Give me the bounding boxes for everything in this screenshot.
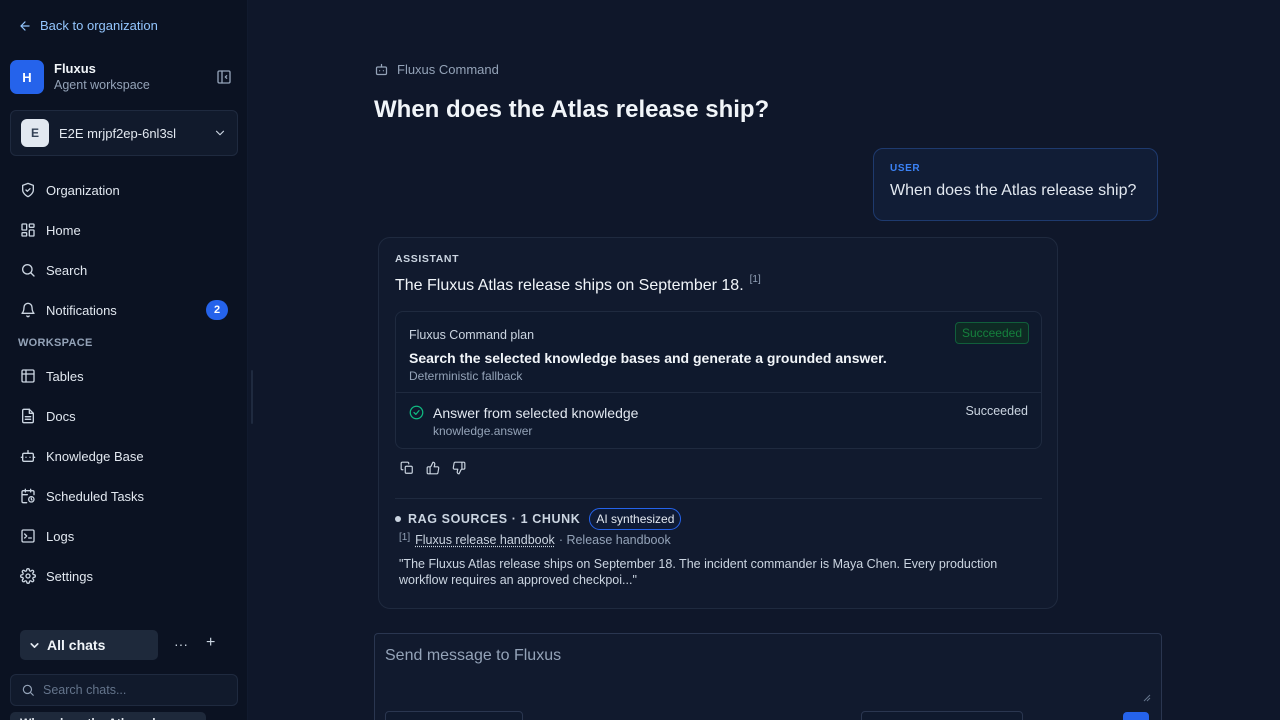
all-chats-toggle[interactable]: All chats: [20, 630, 158, 660]
source-number: [1]: [399, 532, 411, 543]
sidebar-resize-handle[interactable]: [251, 370, 253, 424]
agent-name: Fluxus Command: [397, 62, 499, 77]
ai-synthesized-chip: AI synthesized: [589, 508, 682, 530]
sidebar-item-search[interactable]: Search: [10, 250, 238, 290]
search-icon: [18, 260, 38, 280]
sidebar-item-docs[interactable]: Docs: [10, 396, 238, 436]
brand: H Fluxus Agent workspace: [10, 58, 238, 96]
message-input[interactable]: [375, 634, 1161, 704]
plan-step-code: knowledge.answer: [433, 424, 533, 438]
source-quote: "The Fluxus Atlas release ships on Septe…: [399, 557, 998, 587]
sidebar-item-label: Logs: [46, 528, 75, 544]
rag-sources-label: RAG SOURCES · 1 CHUNK: [408, 512, 581, 526]
user-message-text: When does the Atlas release ship?: [890, 182, 1137, 199]
divider: [396, 392, 1041, 393]
document-icon: [18, 406, 38, 426]
sidebar-item-label: Tables: [46, 368, 84, 384]
citation-marker[interactable]: [1]: [750, 274, 761, 285]
brand-name: Fluxus: [54, 61, 96, 76]
chat-list-item[interactable]: When does the Atlas release...: [10, 712, 206, 720]
collapse-sidebar-icon[interactable]: [216, 69, 232, 85]
user-role-label: USER: [890, 163, 921, 174]
all-chats-label: All chats: [47, 637, 106, 653]
sidebar-item-label: Home: [46, 222, 81, 238]
shield-icon: [18, 180, 38, 200]
sidebar-item-label: Search: [46, 262, 88, 278]
assistant-answer: The Fluxus Atlas release ships on Septem…: [395, 274, 761, 295]
user-message: USER When does the Atlas release ship?: [873, 148, 1158, 221]
rag-source: [1] Fluxus release handbook · Release ha…: [399, 532, 671, 547]
source-title-link[interactable]: Fluxus release handbook: [415, 533, 555, 547]
sidebar: Back to organization H Fluxus Agent work…: [0, 0, 248, 720]
workspace-name: E2E mrjpf2ep-6nl3sl: [59, 125, 177, 141]
plan-step-title: Answer from selected knowledge: [433, 405, 639, 421]
plan-name: Fluxus Command plan: [409, 328, 535, 342]
answer-text: The Fluxus Atlas release ships on Septem…: [395, 277, 744, 294]
plan-title: Search the selected knowledge bases and …: [409, 350, 887, 366]
check-circle-icon: [409, 405, 424, 420]
new-chat-button[interactable]: +: [206, 634, 215, 652]
chevron-down-icon: [213, 126, 227, 140]
workspace-select[interactable]: E E2E mrjpf2ep-6nl3sl: [10, 110, 238, 156]
bullet-dot-icon: [395, 516, 401, 522]
table-icon: [18, 366, 38, 386]
message-actions: [399, 460, 467, 476]
rag-sources-header: RAG SOURCES · 1 CHUNK AI synthesized: [395, 508, 682, 530]
notification-count-badge: 2: [206, 300, 228, 320]
robot-icon: [18, 446, 38, 466]
sidebar-item-label: Docs: [46, 408, 76, 424]
sidebar-item-label: Settings: [46, 568, 93, 584]
page-title: When does the Atlas release ship?: [374, 96, 770, 123]
sidebar-item-settings[interactable]: Settings: [10, 556, 238, 596]
arrow-left-icon: [18, 19, 32, 33]
resize-grip-icon[interactable]: [1143, 694, 1151, 702]
sidebar-item-label: Organization: [46, 182, 120, 198]
copy-icon[interactable]: [399, 460, 415, 476]
message-composer: [374, 633, 1162, 720]
divider: [395, 498, 1042, 499]
section-label-workspace: WORKSPACE: [18, 337, 93, 349]
command-plan-card: Fluxus Command plan Succeeded Search the…: [395, 311, 1042, 449]
brand-subtitle: Agent workspace: [54, 78, 150, 92]
sidebar-item-scheduled-tasks[interactable]: Scheduled Tasks: [10, 476, 238, 516]
assistant-role-label: ASSISTANT: [395, 253, 460, 265]
workspace-avatar: E: [21, 119, 49, 147]
brand-avatar: H: [10, 60, 44, 94]
calendar-clock-icon: [18, 486, 38, 506]
back-to-organization-link[interactable]: Back to organization: [18, 18, 158, 33]
source-meta: · Release handbook: [558, 533, 671, 547]
chevron-down-icon: [28, 639, 41, 652]
grid-icon: [18, 220, 38, 240]
sidebar-item-label: Scheduled Tasks: [46, 488, 145, 504]
sidebar-nav: Organization Home Search Notifications 2…: [10, 170, 238, 596]
plan-status-badge: Succeeded: [954, 322, 1029, 344]
sidebar-item-notifications[interactable]: Notifications 2: [10, 290, 238, 330]
sidebar-item-label: Notifications: [46, 302, 117, 318]
assistant-message: ASSISTANT The Fluxus Atlas release ships…: [378, 237, 1058, 609]
thumbs-down-icon[interactable]: [451, 460, 467, 476]
chat-search-field[interactable]: [10, 674, 238, 706]
chats-header: All chats ··· +: [20, 630, 238, 660]
send-button[interactable]: [1123, 712, 1149, 720]
more-options-icon[interactable]: ···: [174, 636, 188, 652]
composer-option-chip[interactable]: [861, 711, 1023, 720]
sidebar-item-label: Knowledge Base: [46, 448, 144, 464]
plan-subtitle: Deterministic fallback: [409, 369, 523, 383]
composer-option-chip[interactable]: [385, 711, 523, 720]
sidebar-item-home[interactable]: Home: [10, 210, 238, 250]
thumbs-up-icon[interactable]: [425, 460, 441, 476]
bell-icon: [18, 300, 38, 320]
sidebar-item-logs[interactable]: Logs: [10, 516, 238, 556]
sidebar-item-organization[interactable]: Organization: [10, 170, 238, 210]
sidebar-item-knowledge-base[interactable]: Knowledge Base: [10, 436, 238, 476]
chat-search-input[interactable]: [43, 683, 223, 697]
sidebar-item-tables[interactable]: Tables: [10, 356, 238, 396]
gear-icon: [18, 566, 38, 586]
terminal-icon: [18, 526, 38, 546]
back-label: Back to organization: [40, 18, 158, 33]
search-icon: [21, 683, 35, 697]
robot-icon: [374, 62, 389, 77]
agent-label: Fluxus Command: [374, 62, 499, 77]
plan-step-status: Succeeded: [965, 404, 1028, 418]
